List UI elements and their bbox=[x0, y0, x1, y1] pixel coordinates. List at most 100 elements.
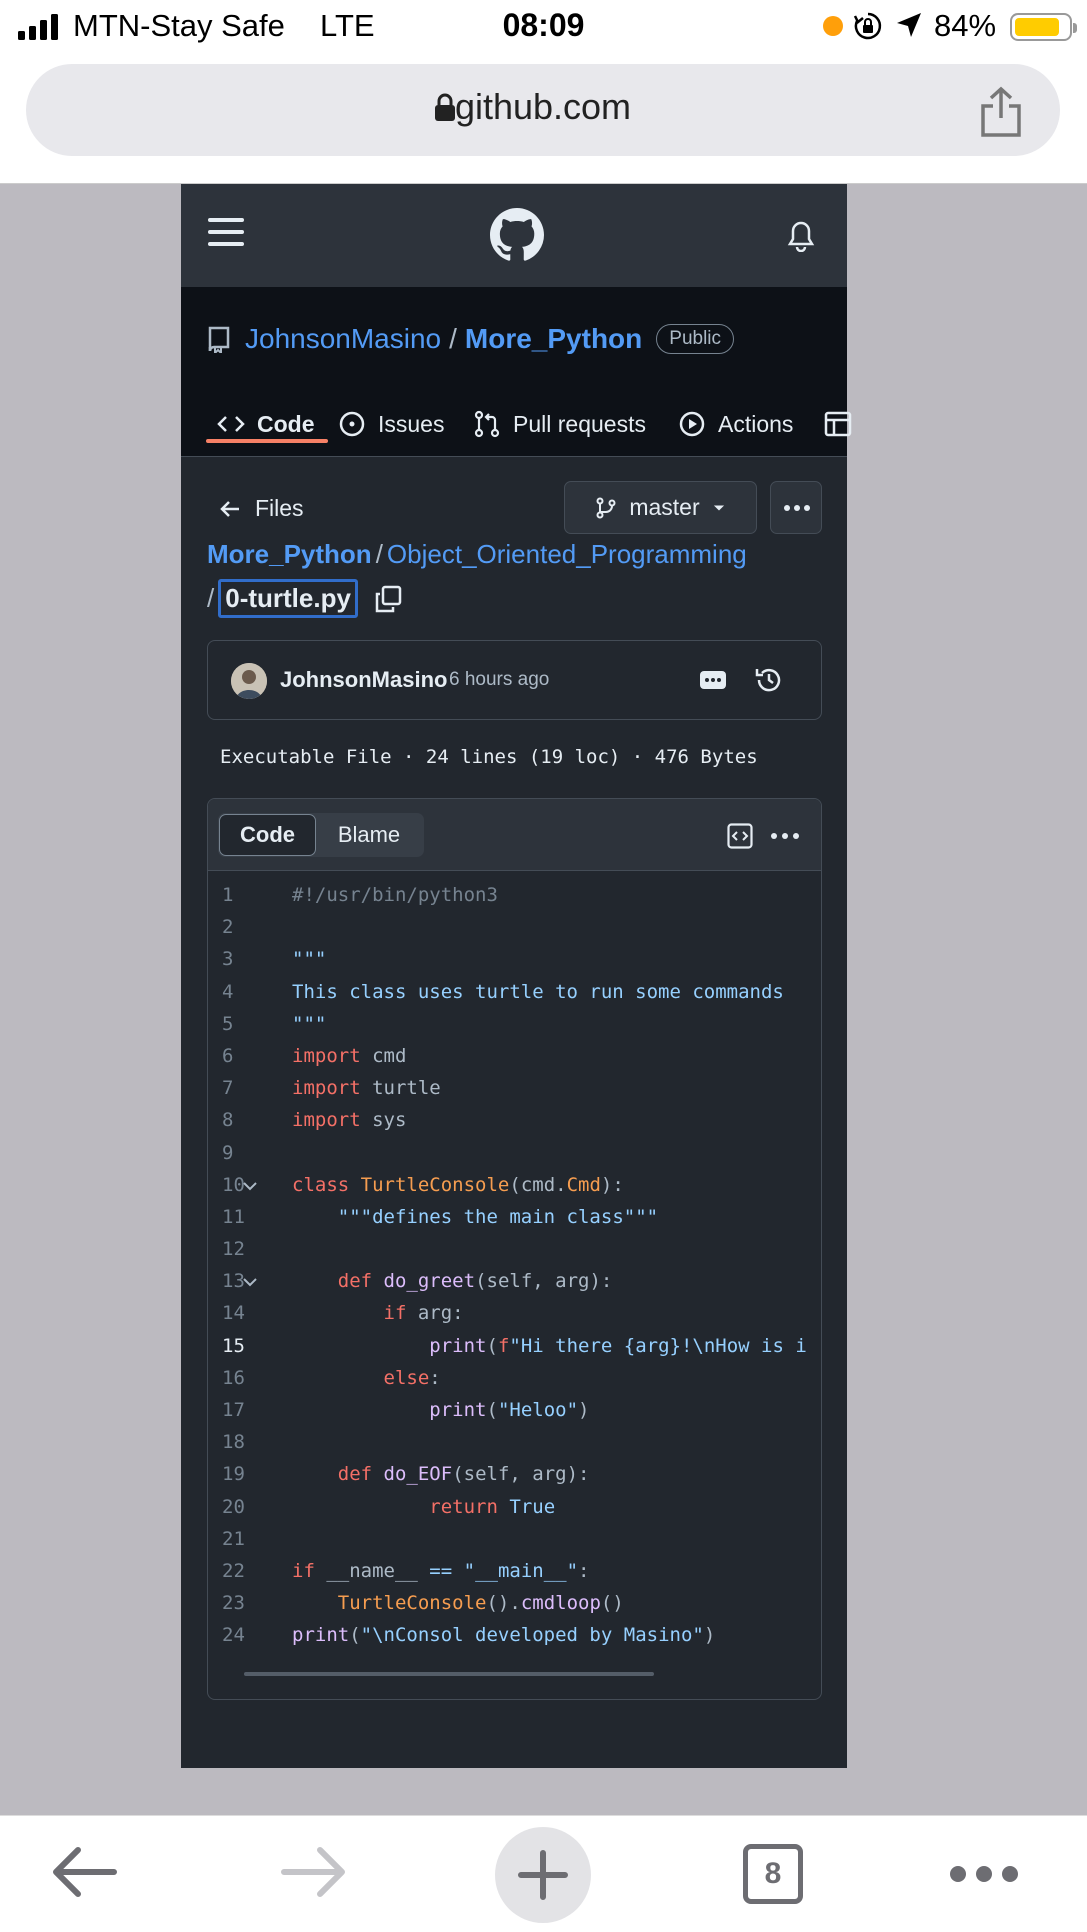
file-view: Files master More_Python / Object_Oriented… bbox=[181, 457, 847, 1768]
battery-icon bbox=[1010, 13, 1077, 41]
code-text: TurtleConsole().cmdloop() bbox=[337, 1592, 624, 1615]
commit-message-toggle-icon[interactable] bbox=[700, 671, 726, 689]
line-number[interactable]: 8 bbox=[222, 1104, 252, 1136]
code-line: 18 bbox=[208, 1426, 821, 1458]
tab-actions[interactable]: Actions bbox=[678, 384, 793, 464]
line-number[interactable]: 22 bbox=[222, 1555, 252, 1587]
line-number[interactable]: 6 bbox=[222, 1040, 252, 1072]
user-avatar-icon bbox=[231, 663, 267, 699]
line-number[interactable]: 17 bbox=[222, 1394, 252, 1426]
code-line: 5 """ bbox=[208, 1008, 821, 1040]
line-number[interactable]: 16 bbox=[222, 1362, 252, 1394]
code-text: """ bbox=[292, 948, 327, 971]
back-arrow-icon[interactable] bbox=[50, 1846, 118, 1898]
more-menu-icon[interactable] bbox=[948, 1864, 1020, 1884]
line-number[interactable]: 11 bbox=[222, 1201, 252, 1233]
file-info: Executable File · 24 lines (19 loc) · 47… bbox=[220, 746, 758, 768]
code-icon bbox=[217, 416, 245, 432]
line-number[interactable]: 24 bbox=[222, 1619, 252, 1651]
menu-icon[interactable] bbox=[208, 216, 244, 248]
notifications-bell-icon[interactable] bbox=[787, 220, 815, 252]
repo-title: JohnsonMasino / More_Python Public bbox=[207, 319, 735, 359]
raw-file-icon[interactable] bbox=[727, 823, 753, 849]
repo-owner-link[interactable]: JohnsonMasino bbox=[245, 323, 441, 355]
line-number[interactable]: 23 bbox=[222, 1587, 252, 1619]
forward-arrow-icon[interactable] bbox=[280, 1846, 348, 1898]
address-bar[interactable]: github.com bbox=[26, 64, 1060, 156]
new-tab-button[interactable] bbox=[495, 1827, 591, 1923]
code-text: """ bbox=[292, 1012, 327, 1035]
share-icon[interactable] bbox=[978, 86, 1024, 138]
tab-label: Actions bbox=[718, 410, 794, 437]
line-number[interactable]: 3 bbox=[222, 943, 252, 975]
fold-chevron-down-icon[interactable] bbox=[242, 1181, 258, 1191]
line-number[interactable]: 12 bbox=[222, 1233, 252, 1265]
line-number[interactable]: 4 bbox=[222, 976, 252, 1008]
line-number[interactable]: 7 bbox=[222, 1072, 252, 1104]
tab-issues[interactable]: Issues bbox=[338, 384, 444, 464]
file-more-options-button[interactable] bbox=[770, 481, 822, 534]
breadcrumb-separator: / bbox=[207, 583, 215, 613]
code-text: def do_EOF(self, arg): bbox=[337, 1463, 590, 1486]
line-number[interactable]: 15 bbox=[222, 1330, 252, 1362]
code-line: 11 """defines the main class""" bbox=[208, 1201, 821, 1233]
files-label: Files bbox=[255, 495, 304, 521]
commit-author-link[interactable]: JohnsonMasino bbox=[280, 667, 447, 693]
code-line: 16 else: bbox=[208, 1362, 821, 1394]
code-line: 6 import cmd bbox=[208, 1040, 821, 1072]
line-number[interactable]: 14 bbox=[222, 1297, 252, 1329]
code-line: 24 print("\nConsol developed by Masino") bbox=[208, 1619, 821, 1651]
tab-label: Code bbox=[257, 410, 315, 437]
code-text: print(f"Hi there {arg}!\nHow is i bbox=[429, 1334, 807, 1357]
line-number[interactable]: 18 bbox=[222, 1426, 252, 1458]
tab-pull-requests[interactable]: Pull requests bbox=[473, 384, 646, 464]
github-logo-icon[interactable] bbox=[490, 208, 544, 262]
repo-name-link[interactable]: More_Python bbox=[465, 323, 642, 355]
repo-icon bbox=[208, 326, 230, 353]
recording-dot-icon bbox=[823, 16, 843, 36]
code-view-button[interactable]: Code bbox=[219, 814, 316, 856]
plus-icon bbox=[518, 1850, 568, 1900]
status-bar: MTN-Stay Safe LTE 08:09 84% bbox=[0, 0, 1087, 56]
breadcrumb-separator: / bbox=[375, 539, 383, 569]
breadcrumb-file-row: / 0-turtle.py bbox=[207, 579, 402, 618]
issue-opened-icon bbox=[339, 411, 365, 437]
line-number[interactable]: 9 bbox=[222, 1137, 252, 1169]
code-line: 9 bbox=[208, 1137, 821, 1169]
code-line: 19 def do_EOF(self, arg): bbox=[208, 1458, 821, 1490]
history-icon[interactable] bbox=[754, 665, 784, 695]
copy-path-icon[interactable] bbox=[374, 585, 402, 613]
code-more-icon[interactable] bbox=[770, 832, 800, 840]
breadcrumb-repo-link[interactable]: More_Python bbox=[207, 539, 372, 569]
line-number[interactable]: 20 bbox=[222, 1491, 252, 1523]
code-text: class TurtleConsole(cmd.Cmd): bbox=[292, 1173, 624, 1196]
files-back-link[interactable]: Files bbox=[219, 495, 304, 522]
branch-select-button[interactable]: master bbox=[564, 481, 757, 534]
github-page: JohnsonMasino / More_Python Public Code … bbox=[181, 184, 852, 1768]
line-number[interactable]: 19 bbox=[222, 1458, 252, 1490]
code-text: if arg: bbox=[383, 1302, 464, 1325]
tab-projects-partial[interactable] bbox=[824, 384, 852, 464]
tab-switcher-button[interactable]: 8 bbox=[743, 1844, 803, 1904]
fold-chevron-down-icon[interactable] bbox=[242, 1277, 258, 1287]
code-line: 10 class TurtleConsole(cmd.Cmd): bbox=[208, 1169, 821, 1201]
location-arrow-icon bbox=[897, 13, 921, 37]
horizontal-scrollbar[interactable] bbox=[244, 1672, 654, 1676]
visibility-badge: Public bbox=[656, 324, 735, 354]
battery-percent: 84% bbox=[934, 8, 997, 43]
code-line: 22 if __name__ == "__main__": bbox=[208, 1555, 821, 1587]
line-number[interactable]: 5 bbox=[222, 1008, 252, 1040]
tab-label: Issues bbox=[378, 410, 445, 437]
blame-view-button[interactable]: Blame bbox=[316, 814, 422, 856]
avatar[interactable] bbox=[231, 663, 267, 699]
code-line: 21 bbox=[208, 1523, 821, 1555]
line-number[interactable]: 1 bbox=[222, 879, 252, 911]
tab-code[interactable]: Code bbox=[217, 384, 315, 464]
line-number[interactable]: 21 bbox=[222, 1523, 252, 1555]
breadcrumb-directory-link[interactable]: Object_Oriented_Programming bbox=[387, 539, 747, 569]
browser-toolbar: 8 bbox=[0, 1815, 1087, 1932]
breadcrumb: More_Python / Object_Oriented_Programming bbox=[207, 539, 747, 570]
latest-commit-box: JohnsonMasino 6 hours ago bbox=[207, 640, 822, 720]
line-number[interactable]: 2 bbox=[222, 911, 252, 943]
code-line: 13 def do_greet(self, arg): bbox=[208, 1265, 821, 1297]
